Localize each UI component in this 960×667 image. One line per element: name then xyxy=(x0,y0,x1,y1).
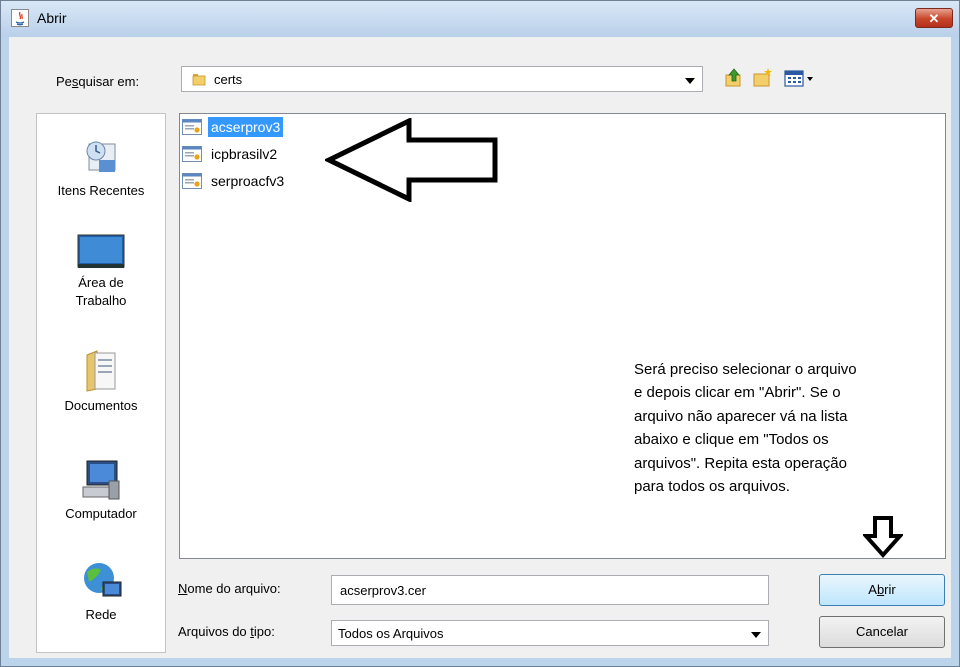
note-line: e depois clicar em "Abrir". Se o xyxy=(634,384,841,402)
certificate-icon xyxy=(182,173,202,189)
place-documents[interactable]: Documentos xyxy=(37,349,165,415)
file-name: icpbrasilv2 xyxy=(211,146,278,162)
places-bar: Itens Recentes Área de Trabalho Document… xyxy=(36,113,166,653)
close-button[interactable]: ✕ xyxy=(915,8,953,28)
view-menu-icon xyxy=(784,70,813,87)
chevron-down-icon xyxy=(751,632,761,638)
file-name-input[interactable] xyxy=(331,575,769,605)
look-in-label: Pesquisar em: xyxy=(56,74,140,89)
place-recent-items[interactable]: Itens Recentes xyxy=(37,136,165,200)
view-menu-button[interactable] xyxy=(783,66,819,90)
note-line: arquivo não aparecer vá na lista xyxy=(634,407,848,425)
file-type-label: Arquivos do tipo: xyxy=(178,624,275,639)
certificate-icon xyxy=(182,146,202,162)
file-name: serproacfv3 xyxy=(211,173,285,189)
cancel-button[interactable]: Cancelar xyxy=(819,616,945,648)
computer-icon xyxy=(82,460,120,500)
place-label: Documentos xyxy=(64,398,138,413)
place-label: Área de Trabalho xyxy=(75,275,127,308)
place-label: Computador xyxy=(65,506,137,521)
java-icon xyxy=(11,9,29,27)
place-label: Itens Recentes xyxy=(57,183,145,198)
open-button[interactable]: Abrir xyxy=(819,574,945,606)
recent-items-icon xyxy=(86,141,116,172)
place-network[interactable]: Rede xyxy=(37,560,165,624)
documents-icon xyxy=(86,350,116,392)
file-type-combobox[interactable]: Todos os Arquivos xyxy=(331,620,769,646)
note-line: para todos os arquivos. xyxy=(634,478,790,496)
new-folder-icon xyxy=(753,68,772,87)
file-name: acserprov3 xyxy=(208,117,284,137)
down-arrow-annotation-icon xyxy=(863,516,903,558)
window-title: Abrir xyxy=(37,10,67,26)
look-in-value: certs xyxy=(214,72,243,87)
chevron-down-icon xyxy=(685,78,695,84)
look-in-combobox[interactable]: certs xyxy=(181,66,703,92)
place-computer[interactable]: Computador xyxy=(37,459,165,523)
instruction-note: Será preciso selecionar o arquivo e depo… xyxy=(634,358,944,498)
left-arrow-annotation-icon xyxy=(325,118,498,202)
certificate-icon xyxy=(182,119,202,135)
place-desktop[interactable]: Área de Trabalho xyxy=(37,234,165,310)
up-folder-icon xyxy=(725,68,741,87)
desktop-icon xyxy=(77,234,125,268)
file-type-value: Todos os Arquivos xyxy=(338,626,444,641)
note-line: arquivos". Repita esta operação xyxy=(634,454,847,472)
network-icon xyxy=(84,563,122,597)
title-bar[interactable]: Abrir ✕ xyxy=(1,1,959,37)
file-name-label: Nome do arquivo: xyxy=(178,581,281,596)
folder-icon xyxy=(192,74,206,86)
up-folder-button[interactable] xyxy=(724,66,744,90)
place-label: Rede xyxy=(85,607,117,622)
note-line: Será preciso selecionar o arquivo xyxy=(634,361,857,378)
new-folder-button[interactable] xyxy=(752,66,772,90)
note-line: abaixo e clique em "Todos os xyxy=(634,431,829,449)
